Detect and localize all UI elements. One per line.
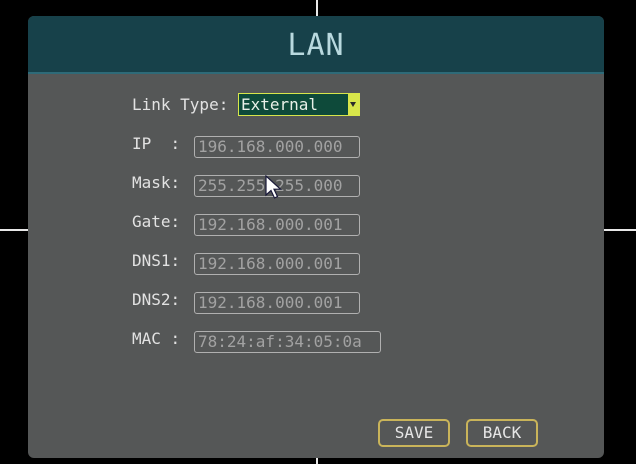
dns2-label: DNS2: <box>132 290 181 309</box>
crosshair-line-top <box>316 0 318 16</box>
ip-field[interactable]: 196.168.000.000 <box>194 136 360 158</box>
link-type-label: Link Type: <box>132 95 229 114</box>
mouse-pointer-icon <box>265 175 283 199</box>
dns1-field[interactable]: 192.168.000.001 <box>194 253 360 275</box>
crosshair-line-right <box>604 229 636 231</box>
mac-field[interactable]: 78:24:af:34:05:0a <box>194 331 381 353</box>
lan-settings-dialog: LAN Link Type: External IP : 196.168.000… <box>28 16 604 458</box>
crosshair-line-left <box>0 229 28 231</box>
save-button[interactable]: SAVE <box>378 419 450 447</box>
dialog-title-bar: LAN <box>28 16 604 74</box>
link-type-select[interactable]: External <box>238 93 360 116</box>
mac-label: MAC : <box>132 329 181 348</box>
dialog-title: LAN <box>287 28 345 63</box>
gate-field[interactable]: 192.168.000.001 <box>194 214 360 236</box>
link-type-value: External <box>241 95 319 114</box>
mask-label: Mask: <box>132 173 181 192</box>
dns2-field[interactable]: 192.168.000.001 <box>194 292 360 314</box>
dvr-screen: LAN Link Type: External IP : 196.168.000… <box>0 0 636 464</box>
ip-label: IP : <box>132 134 181 153</box>
gate-label: Gate: <box>132 212 181 231</box>
back-button[interactable]: BACK <box>466 419 538 447</box>
chevron-down-icon[interactable] <box>348 94 359 115</box>
dns1-label: DNS1: <box>132 251 181 270</box>
